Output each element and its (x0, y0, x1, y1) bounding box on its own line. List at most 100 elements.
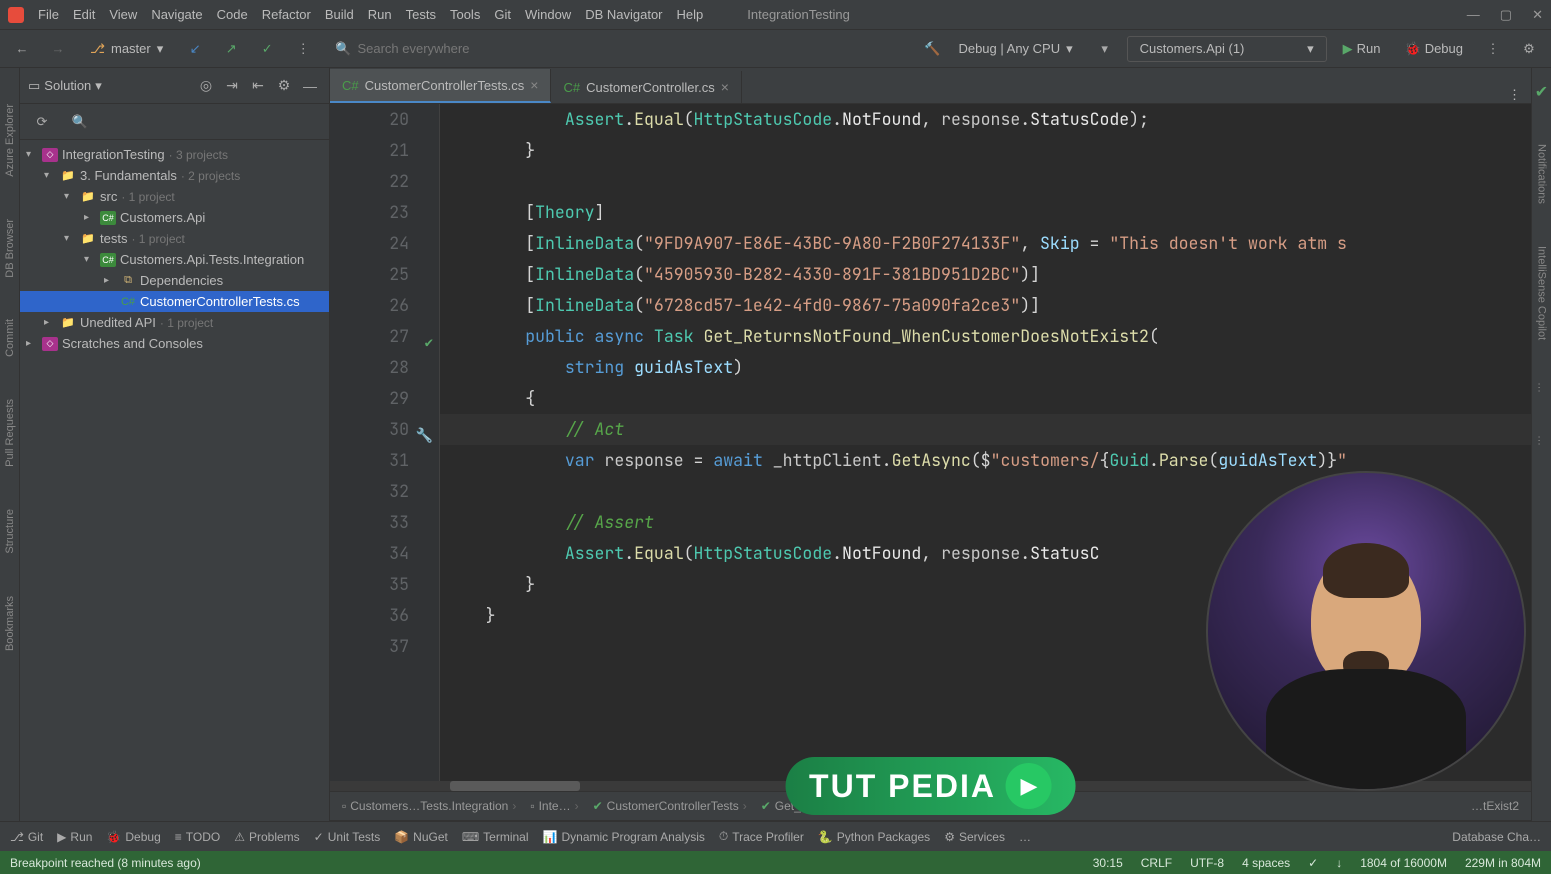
gear-icon[interactable]: ⚙ (273, 75, 295, 97)
inspection-ok-icon[interactable]: ✔ (1535, 82, 1548, 102)
expand-icon[interactable]: ⇤ (247, 75, 269, 97)
bottom-tab-database-cha-[interactable]: Database Cha… (1452, 830, 1541, 844)
menu-run[interactable]: Run (362, 3, 398, 26)
editor-tab[interactable]: C#CustomerControllerTests.cs× (330, 69, 551, 103)
tree-item[interactable]: ▾ 📁 src · 1 project (20, 186, 329, 207)
bottom-tab-todo[interactable]: ≡ TODO (175, 830, 220, 844)
menu-view[interactable]: View (103, 3, 143, 26)
test-pass-icon[interactable]: ✔ (425, 328, 433, 359)
menu-refactor[interactable]: Refactor (256, 3, 317, 26)
status-item[interactable]: CRLF (1141, 856, 1172, 870)
bottom-tab-python-packages[interactable]: 🐍 Python Packages (818, 830, 930, 844)
menu-tests[interactable]: Tests (400, 3, 442, 26)
bottom-tab-unit-tests[interactable]: ✓ Unit Tests (314, 830, 381, 844)
right-tab[interactable]: … (1535, 429, 1549, 452)
status-item[interactable]: UTF-8 (1190, 856, 1224, 870)
action-icon[interactable]: 🔧 (416, 421, 433, 452)
sync-tree-icon[interactable]: ⟳ (28, 108, 56, 136)
more-run-icon[interactable]: ⋮ (1479, 35, 1507, 63)
bottom-tab-run[interactable]: ▶ Run (57, 830, 92, 844)
menu-file[interactable]: File (32, 3, 65, 26)
bottom-tab-services[interactable]: ⚙ Services (944, 830, 1005, 844)
status-item[interactable]: 30:15 (1093, 856, 1123, 870)
solution-panel-title[interactable]: ▭ Solution ▾ (28, 78, 102, 94)
code-line[interactable]: { (440, 383, 1531, 414)
minimize-icon[interactable]: — (1467, 7, 1480, 23)
tree-item[interactable]: ▾ 📁 tests · 1 project (20, 228, 329, 249)
menu-window[interactable]: Window (519, 3, 577, 26)
bottom-tab-git[interactable]: ⎇ Git (10, 830, 43, 844)
settings-icon[interactable]: ⚙ (1515, 35, 1543, 63)
code-line[interactable]: [Theory] (440, 197, 1531, 228)
tree-item[interactable]: ▸ C# Customers.Api (20, 207, 329, 228)
git-branch-selector[interactable]: ⎇ master ▾ (80, 37, 173, 61)
left-tab-azure-explorer[interactable]: Azure Explorer (3, 98, 17, 183)
update-project-icon[interactable]: ↙ (181, 35, 209, 63)
config-dropdown-icon[interactable]: ▾ (1091, 35, 1119, 63)
left-tab-db-browser[interactable]: DB Browser (3, 213, 17, 284)
left-tab-commit[interactable]: Commit (3, 313, 17, 363)
commit-icon[interactable]: ↗ (217, 35, 245, 63)
code-line[interactable]: string guidAsText) (440, 352, 1531, 383)
menu-build[interactable]: Build (319, 3, 360, 26)
bottom-tab-problems[interactable]: ⚠ Problems (234, 830, 299, 844)
code-line[interactable]: public async Task Get_ReturnsNotFound_Wh… (440, 321, 1531, 352)
run-button[interactable]: ▶ Run (1335, 37, 1389, 61)
left-tab-structure[interactable]: Structure (3, 503, 17, 560)
close-tab-icon[interactable]: × (721, 79, 729, 95)
breadcrumb-item[interactable]: ✔ CustomerControllerTests › (593, 799, 747, 813)
code-line[interactable]: // Act (440, 414, 1531, 445)
right-tab[interactable]: IntelliSense Copilot (1535, 240, 1549, 346)
bottom-tab-trace-profiler[interactable]: ⏱ Trace Profiler (719, 829, 804, 844)
code-line[interactable]: Assert.Equal(HttpStatusCode.NotFound, re… (440, 104, 1531, 135)
forward-button[interactable]: → (44, 35, 72, 63)
tree-item[interactable]: ▾ 📁 3. Fundamentals · 2 projects (20, 165, 329, 186)
right-tab[interactable]: Notifications (1535, 138, 1549, 210)
status-item[interactable]: ✓ (1308, 856, 1318, 870)
status-item[interactable]: 4 spaces (1242, 856, 1290, 870)
more-vcs-icon[interactable]: ⋮ (289, 35, 317, 63)
back-button[interactable]: ← (8, 35, 36, 63)
run-config-selector[interactable]: Customers.Api (1) ▾ (1127, 36, 1327, 62)
hide-panel-icon[interactable]: — (299, 75, 321, 97)
bottom-tab-nuget[interactable]: 📦 NuGet (394, 830, 448, 844)
tree-item[interactable]: C# CustomerControllerTests.cs (20, 291, 329, 312)
status-item[interactable]: ↓ (1336, 856, 1342, 870)
menu-tools[interactable]: Tools (444, 3, 486, 26)
code-line[interactable] (440, 166, 1531, 197)
tree-item[interactable]: ▸ ◇ Scratches and Consoles (20, 333, 329, 354)
build-config-selector[interactable]: Debug | Any CPU ▾ (948, 37, 1082, 61)
hammer-icon[interactable]: 🔨 (924, 41, 940, 57)
menu-help[interactable]: Help (671, 3, 710, 26)
tree-item[interactable]: ▸ ⧉ Dependencies (20, 270, 329, 291)
scrollbar-thumb[interactable] (450, 781, 580, 791)
editor-more-icon[interactable]: ⋮ (1508, 87, 1521, 102)
status-item[interactable]: 229M in 804M (1465, 856, 1541, 870)
bottom-tab--[interactable]: … (1019, 830, 1031, 844)
bottom-tab-dynamic-program-analysis[interactable]: 📊 Dynamic Program Analysis (543, 830, 705, 844)
menu-navigate[interactable]: Navigate (145, 3, 208, 26)
code-line[interactable]: [InlineData("45905930-B282-4330-891F-381… (440, 259, 1531, 290)
code-line[interactable]: [InlineData("9FD9A907-E86E-43BC-9A80-F2B… (440, 228, 1531, 259)
breadcrumb-item[interactable]: ▫ Inte… › (530, 799, 578, 813)
menu-code[interactable]: Code (211, 3, 254, 26)
bottom-tab-terminal[interactable]: ⌨ Terminal (462, 830, 529, 844)
maximize-icon[interactable]: ▢ (1500, 7, 1512, 23)
left-tab-pull-requests[interactable]: Pull Requests (3, 393, 17, 473)
push-icon[interactable]: ✓ (253, 35, 281, 63)
collapse-icon[interactable]: ⇥ (221, 75, 243, 97)
debug-button[interactable]: 🐞 Debug (1397, 37, 1472, 61)
close-icon[interactable]: ✕ (1532, 7, 1543, 23)
code-line[interactable]: } (440, 135, 1531, 166)
menu-edit[interactable]: Edit (67, 3, 101, 26)
breadcrumb-item[interactable]: ▫ Customers…Tests.Integration › (342, 799, 516, 813)
search-everywhere[interactable]: 🔍 Search everywhere (335, 41, 515, 57)
menu-db-navigator[interactable]: DB Navigator (579, 3, 668, 26)
close-tab-icon[interactable]: × (530, 77, 538, 93)
right-tab[interactable]: … (1535, 376, 1549, 399)
editor-tab[interactable]: C#CustomerController.cs× (551, 71, 741, 103)
bottom-tab-debug[interactable]: 🐞 Debug (106, 830, 160, 844)
tree-item[interactable]: ▸ 📁 Unedited API · 1 project (20, 312, 329, 333)
target-icon[interactable]: ◎ (195, 75, 217, 97)
status-item[interactable]: 1804 of 16000M (1360, 856, 1447, 870)
